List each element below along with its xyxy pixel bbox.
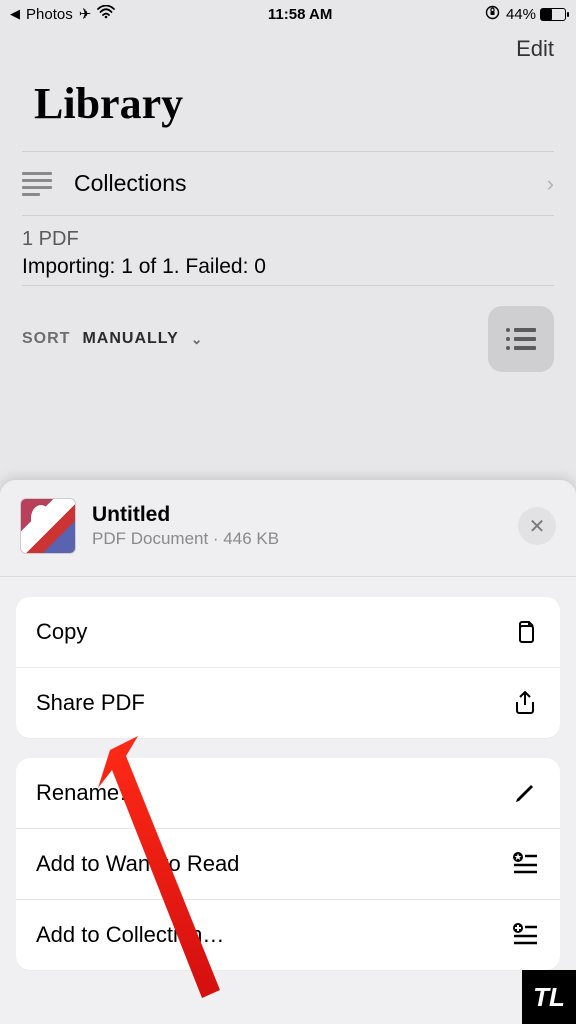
chevron-down-icon: ⌄ [191,331,204,348]
battery-pct: 44% [506,6,536,23]
list-view-icon [504,325,538,353]
pencil-icon [510,780,540,806]
sort-button[interactable]: SORT MANUALLY ⌄ [22,330,203,348]
collections-icon [22,172,52,196]
rename-button[interactable]: Rename… [16,758,560,828]
status-bar-right: 44% [485,5,566,24]
watermark-logo: TL [522,970,576,1024]
back-app-label: Photos [26,6,73,23]
orientation-lock-icon [485,5,500,24]
menu-item-label: Copy [36,619,87,645]
menu-item-label: Share PDF [36,690,145,716]
sort-value: MANUALLY [82,330,178,348]
copy-button[interactable]: Copy [16,597,560,667]
library-header: Edit Library [0,28,576,151]
menu-group-primary: Copy Share PDF [16,597,560,738]
status-bar-left[interactable]: ◀ Photos ✈︎ [10,5,115,23]
share-pdf-button[interactable]: Share PDF [16,667,560,738]
menu-group-secondary: Rename… Add to Want to Read Add to Colle… [16,758,560,970]
battery-icon [540,8,566,21]
document-title: Untitled [92,503,279,527]
library-status: 1 PDF Importing: 1 of 1. Failed: 0 [0,216,576,285]
import-status: Importing: 1 of 1. Failed: 0 [22,255,554,279]
share-sheet: Untitled PDF Document · 446 KB ✕ Copy Sh… [0,480,576,1024]
edit-button[interactable]: Edit [516,36,554,62]
sort-label: SORT [22,330,70,348]
view-toggle-button[interactable] [488,306,554,372]
close-icon: ✕ [529,514,546,539]
status-bar-time: 11:58 AM [268,6,332,23]
collections-label: Collections [74,170,525,197]
close-button[interactable]: ✕ [518,507,556,545]
wifi-icon [97,5,115,23]
status-bar: ◀ Photos ✈︎ 11:58 AM 44% [0,0,576,28]
document-thumbnail [20,498,76,554]
menu-item-label: Add to Collection… [36,922,224,948]
menu-item-label: Add to Want to Read [36,851,239,877]
share-sheet-header: Untitled PDF Document · 446 KB ✕ [0,480,576,577]
collections-row[interactable]: Collections › [0,152,576,215]
add-to-collection-button[interactable]: Add to Collection… [16,899,560,970]
pdf-count: 1 PDF [22,228,554,251]
airplane-icon: ✈︎ [79,5,92,23]
star-list-icon [510,851,540,877]
plus-list-icon [510,922,540,948]
add-want-to-read-button[interactable]: Add to Want to Read [16,828,560,899]
chevron-right-icon: › [547,171,554,197]
page-title: Library [34,78,542,129]
copy-icon [510,619,540,645]
document-subtitle: PDF Document · 446 KB [92,529,279,549]
back-caret-icon: ◀ [10,6,20,22]
sort-bar: SORT MANUALLY ⌄ [0,286,576,398]
menu-item-label: Rename… [36,780,141,806]
share-icon [510,690,540,716]
